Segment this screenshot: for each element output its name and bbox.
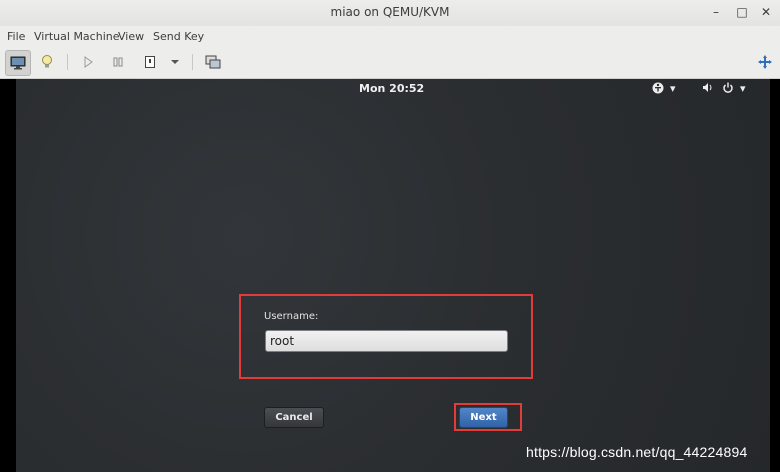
snapshots-button[interactable] (201, 50, 225, 74)
snapshot-icon (205, 55, 221, 69)
shutdown-button[interactable] (138, 50, 162, 74)
menu-send-key[interactable]: Send Key (153, 30, 204, 43)
gnome-login-screen[interactable]: Mon 20:52 ▾ ▾ (16, 79, 770, 472)
chevron-down-icon[interactable]: ▾ (670, 82, 676, 95)
close-button[interactable]: ✕ (758, 4, 774, 20)
fullscreen-button[interactable] (753, 50, 777, 74)
window-title: miao on QEMU/KVM (330, 5, 450, 19)
details-view-button[interactable] (35, 50, 59, 74)
console-view-button[interactable] (5, 50, 31, 76)
minimize-button[interactable]: – (708, 4, 724, 20)
power-off-icon (145, 56, 155, 68)
window-titlebar: miao on QEMU/KVM – □ ✕ (0, 0, 780, 26)
toolbar (0, 46, 780, 79)
fullscreen-arrows-icon (758, 55, 772, 69)
menu-view[interactable]: View (118, 30, 144, 43)
cancel-button[interactable]: Cancel (264, 407, 324, 428)
chevron-down-icon (171, 60, 179, 64)
play-icon (84, 56, 93, 68)
monitor-icon (10, 56, 26, 70)
pause-icon (113, 57, 123, 67)
chevron-down-icon[interactable]: ▾ (740, 82, 746, 95)
watermark: https://blog.csdn.net/qq_44224894 (526, 444, 748, 460)
run-button[interactable] (76, 50, 100, 74)
toolbar-separator (192, 54, 193, 70)
accessibility-icon[interactable] (652, 82, 664, 97)
volume-icon[interactable] (702, 82, 714, 96)
next-button[interactable]: Next (459, 407, 508, 428)
menu-virtual-machine[interactable]: Virtual Machine (34, 30, 120, 43)
menu-file[interactable]: File (7, 30, 25, 43)
power-icon[interactable] (722, 82, 734, 97)
username-label: Username: (264, 311, 319, 322)
toolbar-separator (67, 54, 68, 70)
maximize-button[interactable]: □ (734, 4, 750, 20)
shutdown-menu-button[interactable] (165, 50, 185, 74)
pause-button[interactable] (106, 50, 130, 74)
gnome-top-bar: Mon 20:52 ▾ ▾ (16, 79, 770, 99)
lightbulb-icon (42, 55, 52, 68)
username-input[interactable] (265, 330, 508, 352)
menubar: File Virtual Machine View Send Key (0, 26, 780, 46)
clock[interactable]: Mon 20:52 (359, 82, 424, 95)
